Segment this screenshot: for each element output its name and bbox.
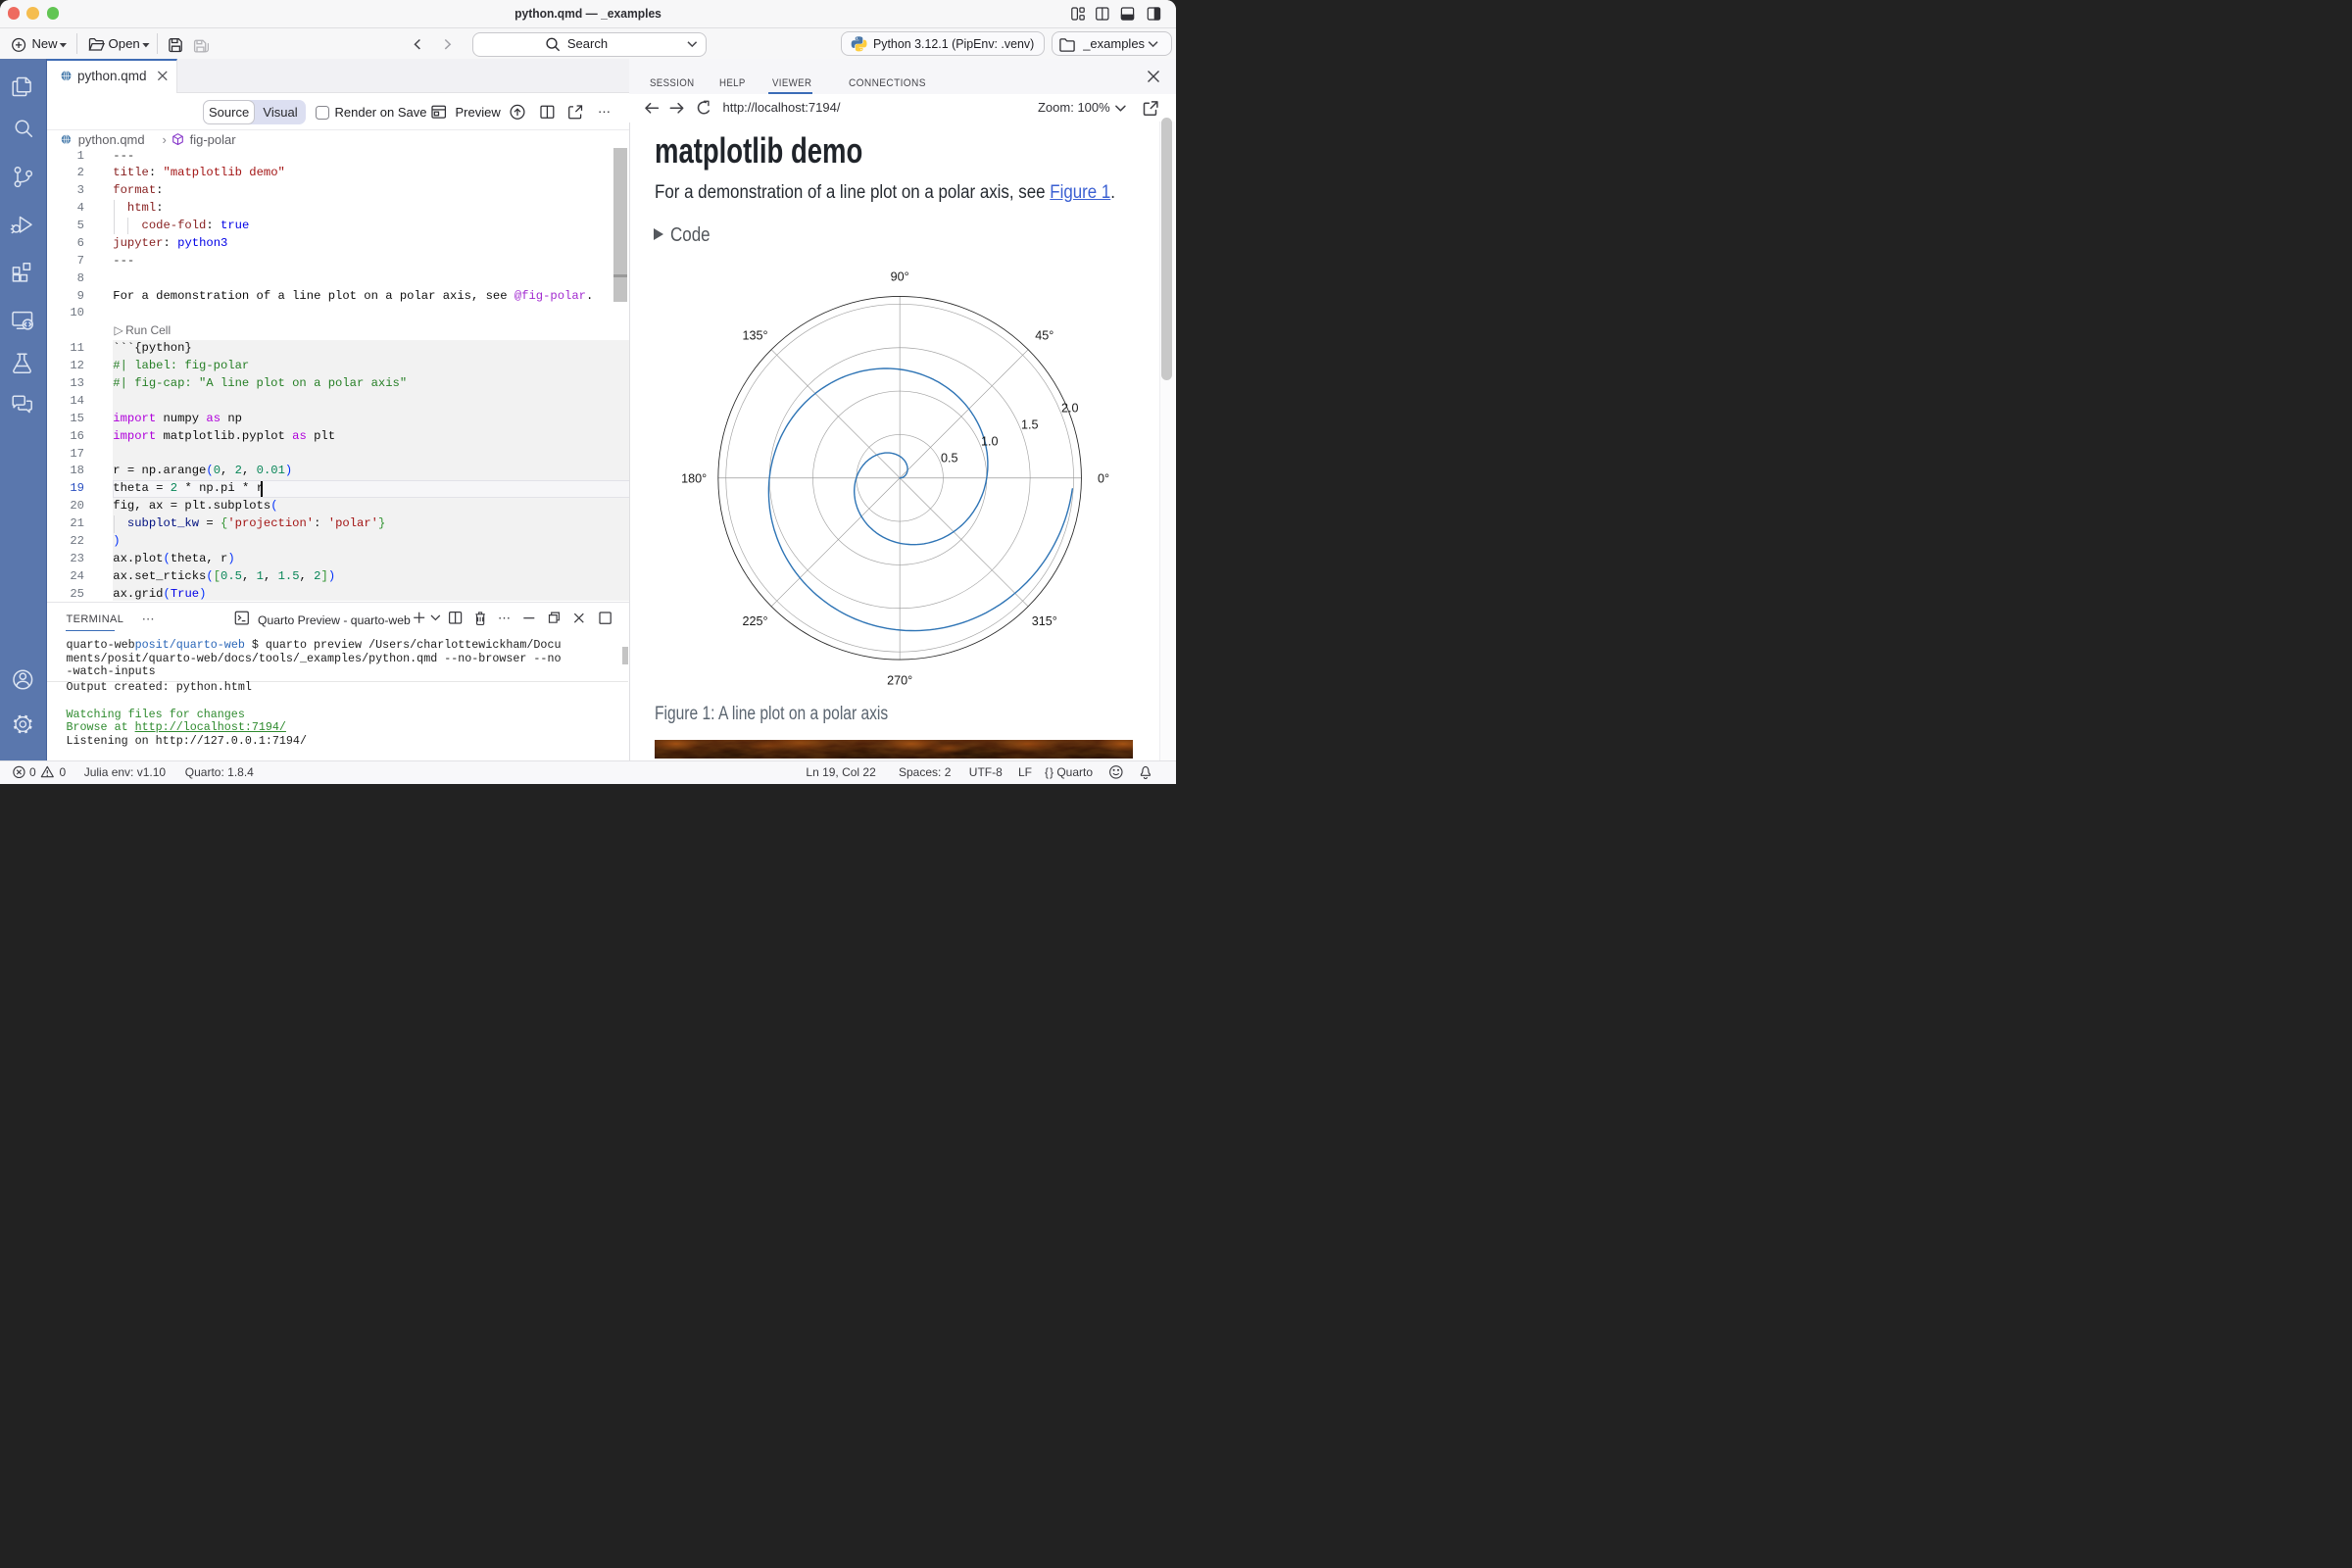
svg-text:⋯: ⋯: [598, 105, 612, 120]
svg-text:⋯: ⋯: [498, 611, 512, 625]
